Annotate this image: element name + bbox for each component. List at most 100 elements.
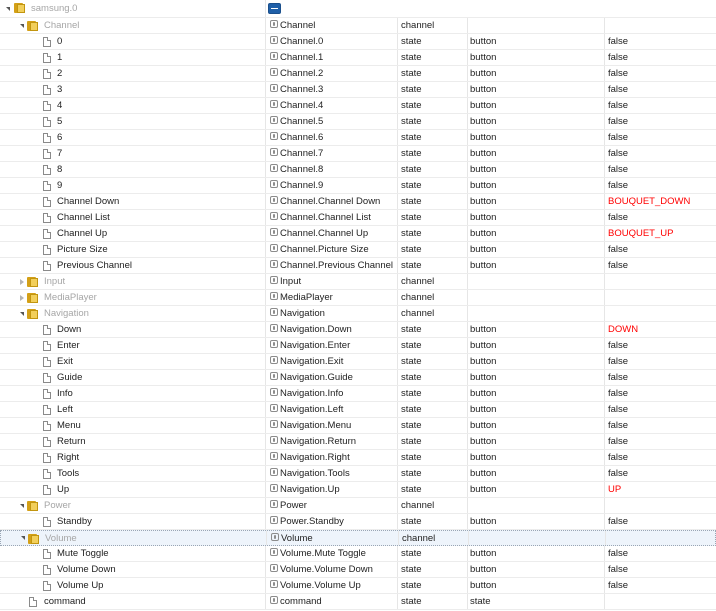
tree-folder-row[interactable]: Channel Channel channel (0, 18, 716, 34)
value-cell[interactable]: false (606, 546, 716, 561)
value-cell[interactable]: DOWN (606, 322, 716, 337)
tree-folder-row[interactable]: Navigation Navigation channel (0, 306, 716, 322)
value-cell[interactable]: false (606, 450, 716, 465)
value-cell[interactable] (607, 531, 716, 545)
value-cell[interactable]: false (606, 370, 716, 385)
tree-row[interactable]: 3 Channel.3 state button false (0, 82, 716, 98)
object-id-icon[interactable] (270, 372, 278, 381)
tree-row[interactable]: 2 Channel.2 state button false (0, 66, 716, 82)
object-id-icon[interactable] (270, 500, 278, 509)
object-id-icon[interactable] (270, 548, 278, 557)
tree-row[interactable]: Info Navigation.Info state button false (0, 386, 716, 402)
value-cell[interactable]: false (606, 354, 716, 369)
value-cell[interactable]: false (606, 386, 716, 401)
tree-folder-row[interactable]: Power Power channel (0, 498, 716, 514)
object-id-icon[interactable] (270, 68, 278, 77)
tree-root-row[interactable]: samsung.0 (0, 0, 716, 18)
tree-row[interactable]: 8 Channel.8 state button false (0, 162, 716, 178)
tree-row[interactable]: Menu Navigation.Menu state button false (0, 418, 716, 434)
tree-folder-row[interactable]: Volume Volume channel (0, 530, 716, 546)
tree-row[interactable]: Channel List Channel.Channel List state but… (0, 210, 716, 226)
object-id-icon[interactable] (270, 452, 278, 461)
value-cell[interactable]: false (606, 210, 716, 225)
value-cell[interactable]: false (606, 434, 716, 449)
object-id-icon[interactable] (270, 436, 278, 445)
value-cell[interactable]: false (606, 66, 716, 81)
object-id-icon[interactable] (270, 340, 278, 349)
value-cell[interactable]: false (606, 578, 716, 593)
chevron-down-icon[interactable] (17, 498, 27, 513)
tree-row[interactable]: Enter Navigation.Enter state button false (0, 338, 716, 354)
tree-row[interactable]: Channel Down Channel.Channel Down state but… (0, 194, 716, 210)
object-id-icon[interactable] (270, 388, 278, 397)
object-id-icon[interactable] (270, 420, 278, 429)
tree-row[interactable]: Previous Channel Channel.Previous Channel… (0, 258, 716, 274)
value-cell[interactable]: false (606, 34, 716, 49)
object-id-icon[interactable] (270, 20, 278, 29)
tree-row[interactable]: 7 Channel.7 state button false (0, 146, 716, 162)
chevron-down-icon[interactable] (3, 0, 13, 17)
value-cell[interactable]: false (606, 130, 716, 145)
tree-row[interactable]: Down Navigation.Down state button DOWN (0, 322, 716, 338)
value-cell[interactable] (606, 274, 716, 289)
object-id-icon[interactable] (270, 564, 278, 573)
object-id-icon[interactable] (270, 196, 278, 205)
chevron-right-icon[interactable] (17, 274, 27, 289)
value-cell[interactable]: BOUQUET_UP (606, 226, 716, 241)
tree-folder-row[interactable]: Input Input channel (0, 274, 716, 290)
object-id-icon[interactable] (270, 276, 278, 285)
value-cell[interactable]: false (606, 162, 716, 177)
tree-row[interactable]: 0 Channel.0 state button false (0, 34, 716, 50)
object-id-icon[interactable] (270, 36, 278, 45)
tree-row[interactable]: Left Navigation.Left state button false (0, 402, 716, 418)
tree-row[interactable]: Mute Toggle Volume.Mute Toggle state button… (0, 546, 716, 562)
value-cell[interactable] (606, 290, 716, 305)
chevron-down-icon[interactable] (17, 18, 27, 33)
tree-row[interactable]: 6 Channel.6 state button false (0, 130, 716, 146)
value-cell[interactable]: false (606, 258, 716, 273)
value-cell[interactable]: false (606, 338, 716, 353)
tree-row[interactable]: Channel Up Channel.Channel Up state button B… (0, 226, 716, 242)
object-id-icon[interactable] (270, 324, 278, 333)
collapse-all-icon[interactable] (268, 3, 281, 14)
tree-row[interactable]: Up Navigation.Up state button UP (0, 482, 716, 498)
tree-folder-row[interactable]: MediaPlayer MediaPlayer channel (0, 290, 716, 306)
object-id-icon[interactable] (270, 52, 278, 61)
object-id-icon[interactable] (270, 484, 278, 493)
object-id-icon[interactable] (270, 164, 278, 173)
value-cell[interactable]: false (606, 146, 716, 161)
value-cell[interactable]: false (606, 82, 716, 97)
tree-row[interactable]: Right Navigation.Right state button false (0, 450, 716, 466)
value-cell[interactable]: BOUQUET_DOWN (606, 194, 716, 209)
object-id-icon[interactable] (270, 580, 278, 589)
object-id-icon[interactable] (270, 212, 278, 221)
value-cell[interactable]: false (606, 418, 716, 433)
value-cell[interactable] (606, 18, 716, 33)
chevron-down-icon[interactable] (18, 531, 28, 545)
object-id-icon[interactable] (270, 308, 278, 317)
value-cell[interactable] (606, 594, 716, 609)
object-id-icon[interactable] (270, 180, 278, 189)
value-cell[interactable]: false (606, 50, 716, 65)
object-id-icon[interactable] (270, 516, 278, 525)
object-id-icon[interactable] (270, 292, 278, 301)
object-id-icon[interactable] (270, 148, 278, 157)
value-cell[interactable]: false (606, 466, 716, 481)
value-cell[interactable]: false (606, 98, 716, 113)
object-id-icon[interactable] (270, 116, 278, 125)
tree-row[interactable]: command command state state (0, 594, 716, 610)
object-id-icon[interactable] (270, 244, 278, 253)
value-cell[interactable]: false (606, 562, 716, 577)
object-id-icon[interactable] (270, 228, 278, 237)
tree-row[interactable]: Guide Navigation.Guide state button false (0, 370, 716, 386)
tree-row[interactable]: Tools Navigation.Tools state button false (0, 466, 716, 482)
tree-row[interactable]: 4 Channel.4 state button false (0, 98, 716, 114)
tree-row[interactable]: 1 Channel.1 state button false (0, 50, 716, 66)
object-id-icon[interactable] (270, 100, 278, 109)
value-cell[interactable] (606, 498, 716, 513)
value-cell[interactable]: false (606, 114, 716, 129)
object-id-icon[interactable] (271, 533, 279, 542)
object-id-icon[interactable] (270, 468, 278, 477)
value-cell[interactable] (606, 306, 716, 321)
object-id-icon[interactable] (270, 596, 278, 605)
